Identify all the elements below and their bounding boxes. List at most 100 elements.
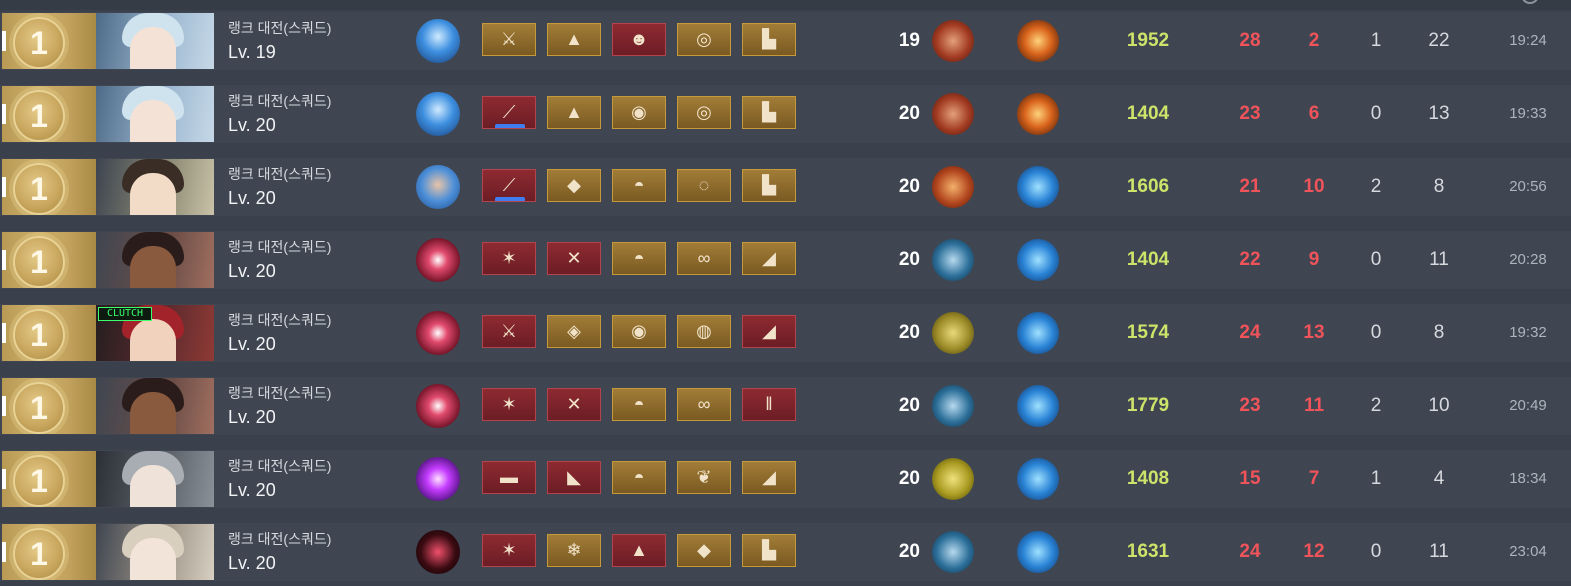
red-cloak-icon[interactable]: ▲ — [547, 96, 601, 129]
chain-icon[interactable]: ∞ — [677, 242, 731, 275]
match-row[interactable]: 1 랭크 대전(스쿼드) Lv. 20 ✶ ✕ ◓ ∞ ◢ 20 1404 22 9 0 11 20:28 — [0, 231, 1571, 289]
boots-icon[interactable]: ▙ — [742, 534, 796, 567]
burst-tactical-icon[interactable] — [1017, 93, 1059, 135]
silver-haired-character-icon[interactable] — [96, 451, 214, 507]
green-haired-character-icon[interactable] — [96, 159, 214, 215]
match-row[interactable]: 1 랭크 대전(스쿼드) Lv. 20 ▬ ◣ ◓ ❦ ◢ 20 1408 15 7 1 4 18:34 — [0, 450, 1571, 508]
blink-tactical-icon[interactable] — [1017, 166, 1059, 208]
clutch-badge: CLUTCH — [98, 307, 152, 321]
burst-tactical-icon[interactable] — [1017, 20, 1059, 62]
cap-icon[interactable]: ◓ — [612, 461, 666, 494]
account-level-label: Lv. 20 — [228, 334, 276, 354]
grin-skill-icon[interactable] — [416, 311, 460, 355]
match-row[interactable]: 1 랭크 대전(스쿼드) Lv. 19 ⚔ ▲ ☻ ◎ ▙ 19 1952 28 2 1 22 19:24 — [0, 12, 1571, 70]
dark-haired-character-icon[interactable] — [96, 378, 214, 434]
sword-icon[interactable] — [932, 93, 974, 135]
character-face — [130, 392, 176, 434]
armor-icon[interactable]: ◆ — [547, 169, 601, 202]
placement-badge: 1 — [2, 159, 96, 215]
white-haired-character-icon[interactable] — [96, 13, 214, 69]
account-level-label: Lv. 19 — [228, 42, 276, 62]
placement-number: 1 — [30, 317, 48, 353]
blink-tactical-icon[interactable] — [1017, 531, 1059, 573]
rank-point: 1404 — [1126, 103, 1170, 124]
cap-icon[interactable]: ◓ — [612, 242, 666, 275]
dice-icon[interactable]: ◆ — [677, 534, 731, 567]
grin-skill-icon[interactable] — [416, 384, 460, 428]
spear-item-icon[interactable]: ⟋ — [482, 96, 536, 129]
burst-skill-icon[interactable] — [416, 457, 460, 501]
crossbow-item-icon[interactable]: ⚔ — [482, 315, 536, 348]
witch-hat-icon[interactable]: ▲ — [612, 534, 666, 567]
bracelet-icon[interactable]: ◎ — [677, 96, 731, 129]
cap-icon[interactable]: ◓ — [612, 169, 666, 202]
kills: 24 — [1239, 541, 1261, 562]
red-shoes-icon[interactable]: ◢ — [742, 315, 796, 348]
shuriken-icon[interactable] — [932, 531, 974, 573]
blink-tactical-icon[interactable] — [1017, 458, 1059, 500]
dress-icon[interactable]: ❄ — [547, 534, 601, 567]
match-row[interactable]: 1 랭크 대전(스쿼드) Lv. 20 ⟋ ▲ ◉ ◎ ▙ 20 1404 23 6 0 13 19:33 — [0, 85, 1571, 143]
lightning-skill-icon[interactable] — [416, 19, 460, 63]
bracelet-icon[interactable]: ◎ — [677, 23, 731, 56]
robe-icon[interactable]: ◈ — [547, 315, 601, 348]
winged-boots-icon[interactable]: ◢ — [742, 461, 796, 494]
boots-icon[interactable]: ▙ — [742, 96, 796, 129]
boots-icon[interactable]: ▙ — [742, 23, 796, 56]
blink-tactical-icon[interactable] — [1017, 385, 1059, 427]
feather-icon[interactable]: ❦ — [677, 461, 731, 494]
shuriken-icon[interactable] — [932, 385, 974, 427]
blink-tactical-icon[interactable] — [1017, 312, 1059, 354]
character-level: 20 — [898, 468, 920, 489]
dagger-icon[interactable] — [932, 458, 974, 500]
bat-icon[interactable] — [932, 166, 974, 208]
crossbow-icon[interactable] — [932, 312, 974, 354]
throwing-star-item-icon[interactable]: ✶ — [482, 534, 536, 567]
staff-item-icon[interactable]: ⟋ — [482, 169, 536, 202]
placement-number: 1 — [30, 390, 48, 426]
cap-icon[interactable]: ◓ — [612, 388, 666, 421]
lightning-skill-icon[interactable] — [416, 92, 460, 136]
shadow-skill-icon[interactable] — [416, 530, 460, 574]
white-haired-character-icon[interactable] — [96, 86, 214, 142]
rank-point: 1574 — [1126, 322, 1170, 343]
gauntlet-icon[interactable]: ◍ — [677, 315, 731, 348]
game-mode-label: 랭크 대전(스쿼드) — [228, 458, 332, 474]
red-cloak-icon[interactable]: ▲ — [547, 23, 601, 56]
match-row[interactable]: 1 랭크 대전(스쿼드) Lv. 20 ✶ ❄ ▲ ◆ ▙ 20 1631 24 12 0 11 23:04 — [0, 523, 1571, 581]
account-level-label: Lv. 20 — [228, 480, 276, 500]
throwing-star-item-icon[interactable]: ✶ — [482, 242, 536, 275]
red-haired-character-icon[interactable]: CLUTCH — [96, 305, 214, 361]
coat-icon[interactable]: ◣ — [547, 461, 601, 494]
boots-icon[interactable]: ▙ — [742, 169, 796, 202]
mask-icon[interactable]: ☻ — [612, 23, 666, 56]
fist-skill-icon[interactable] — [416, 165, 460, 209]
glass-shoes-icon[interactable]: ◢ — [742, 242, 796, 275]
sword-icon[interactable] — [932, 20, 974, 62]
chain-icon[interactable]: ∞ — [677, 388, 731, 421]
dark-haired-character-icon[interactable] — [96, 232, 214, 288]
harness-icon[interactable]: ✕ — [547, 388, 601, 421]
character-face — [130, 173, 176, 215]
match-row[interactable]: 1 CLUTCH 랭크 대전(스쿼드) Lv. 20 ⚔ ◈ ◉ ◍ ◢ 20 1574 24 13 0 8… — [0, 304, 1571, 362]
grin-skill-icon[interactable] — [416, 238, 460, 282]
blonde-character-icon[interactable] — [96, 524, 214, 580]
leg-armor-icon[interactable]: ‖ — [742, 388, 796, 421]
rank-point: 1408 — [1126, 468, 1170, 489]
placement-number: 1 — [30, 536, 48, 572]
character-level: 20 — [898, 541, 920, 562]
rifle-item-icon[interactable]: ▬ — [482, 461, 536, 494]
assists: 6 — [1308, 103, 1320, 124]
harness-icon[interactable]: ✕ — [547, 242, 601, 275]
match-row[interactable]: 1 랭크 대전(스쿼드) Lv. 20 ⟋ ◆ ◓ ◌ ▙ 20 1606 21 10 2 8 20:56 — [0, 158, 1571, 216]
helmet-icon[interactable]: ◉ — [612, 315, 666, 348]
blink-tactical-icon[interactable] — [1017, 239, 1059, 281]
throwing-star-item-icon[interactable]: ✶ — [482, 388, 536, 421]
bangle-icon[interactable]: ◌ — [677, 169, 731, 202]
item-glyph: ∞ — [697, 394, 711, 414]
game-mode-label: 랭크 대전(스쿼드) — [228, 239, 332, 255]
match-row[interactable]: 1 랭크 대전(스쿼드) Lv. 20 ✶ ✕ ◓ ∞ ‖ 20 1779 23 11 2 10 20:49 — [0, 377, 1571, 435]
shuriken-icon[interactable] — [932, 239, 974, 281]
sword-item-icon[interactable]: ⚔ — [482, 23, 536, 56]
helmet-icon[interactable]: ◉ — [612, 96, 666, 129]
